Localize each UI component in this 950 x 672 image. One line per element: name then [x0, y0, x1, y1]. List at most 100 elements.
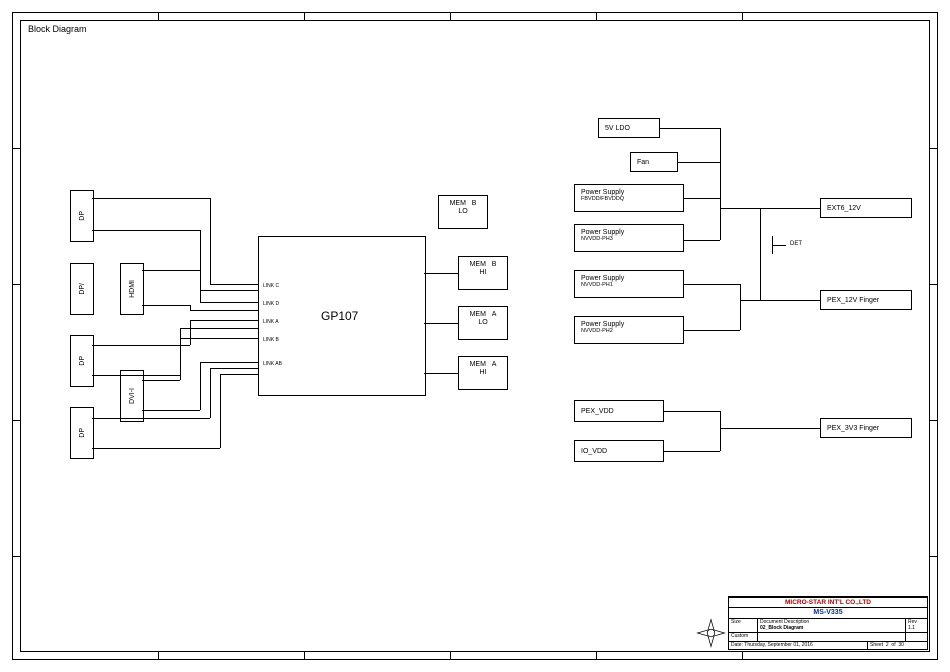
gpu-pin: LINK D — [263, 301, 279, 307]
fan: Fan — [630, 152, 678, 172]
conn-dvi-i: DVI-I — [120, 370, 144, 422]
tb-sheet-label: Sheet — [870, 642, 883, 648]
wire — [200, 362, 201, 410]
tb-company: MICRO-STAR INT'L CO.,LTD — [729, 598, 927, 607]
conn-hdmi: HDMI — [120, 263, 144, 315]
ruler-tick — [450, 652, 451, 660]
ruler-tick — [12, 556, 20, 557]
wire — [720, 411, 721, 451]
wire — [424, 273, 458, 274]
wire — [678, 162, 720, 163]
wire — [92, 198, 210, 199]
ps-nvvdd-ph3: Power SupplyNVVDD-PH3 — [574, 224, 684, 252]
ruler-tick — [158, 12, 159, 20]
ps-fbvdd: Power SupplyFBVDD/FBVDDQ — [574, 184, 684, 212]
wire — [210, 368, 211, 418]
mem-b-hi: MEM BHI — [458, 256, 508, 290]
wire — [720, 208, 760, 209]
conn-dp-1: DP — [70, 190, 94, 242]
ps-nvvdd-ph1: Power SupplyNVVDD-PH1 — [574, 270, 684, 298]
tb-of: 30 — [898, 642, 904, 648]
conn-dp-2: DP — [70, 335, 94, 387]
schematic-sheet: Block Diagram DP DP/ HDMI DP DVI-I DP GP… — [0, 0, 950, 672]
mem-b-lo: MEM BLO — [438, 195, 488, 229]
ruler-tick — [930, 556, 938, 557]
wire — [424, 323, 458, 324]
ruler-tick — [742, 12, 743, 20]
wire — [664, 451, 720, 452]
wire — [180, 328, 258, 329]
wire — [190, 310, 258, 311]
ruler-tick — [742, 652, 743, 660]
wire — [720, 428, 820, 429]
conn-dp-hdmi-left: DP/ — [70, 263, 94, 315]
pex-vdd: PEX_VDD — [574, 400, 664, 422]
wire — [740, 284, 741, 330]
wire — [760, 208, 820, 209]
wire — [424, 373, 458, 374]
wire — [684, 198, 720, 199]
gpu-pin: LINK C — [263, 283, 279, 289]
gpu-label: GP107 — [321, 309, 358, 323]
wire — [210, 368, 258, 369]
wire — [142, 270, 200, 271]
wire — [190, 320, 191, 345]
ruler-tick — [12, 420, 20, 421]
tb-rev: 1.1 — [908, 625, 915, 631]
wire — [92, 448, 220, 449]
gpu-block: GP107 LINK C LINK D LINK A LINK B LINK A… — [258, 236, 426, 396]
wire — [684, 330, 740, 331]
tb-date-label: Date: — [731, 642, 743, 648]
ruler-tick — [930, 420, 938, 421]
wire — [760, 300, 820, 301]
tb-docdesc: 02_Block Diagram — [760, 625, 803, 631]
rail-pex-12v: PEX_12V Finger — [820, 290, 912, 310]
wire — [220, 374, 221, 448]
ruler-tick — [304, 12, 305, 20]
wire — [200, 270, 201, 302]
ruler-tick — [12, 284, 20, 285]
ruler-tick — [304, 652, 305, 660]
wire — [142, 380, 180, 381]
wire — [180, 338, 258, 339]
wire — [720, 128, 721, 240]
tb-sheet: 2 — [886, 642, 889, 648]
wire — [180, 338, 181, 380]
ldo-5v: 5V LDO — [598, 118, 660, 138]
wire — [684, 240, 720, 241]
ruler-tick — [12, 148, 20, 149]
gpu-pin: LINK B — [263, 337, 279, 343]
wire — [210, 284, 258, 285]
tb-custom-label: Custom — [729, 633, 757, 641]
ruler-tick — [596, 652, 597, 660]
wire — [740, 300, 760, 301]
tb-size-label: Size — [729, 619, 757, 632]
wire — [200, 302, 258, 303]
tb-date: Thursday, September 01, 2016 — [744, 642, 813, 648]
wire — [220, 374, 258, 375]
mem-a-hi: MEM AHI — [458, 356, 508, 390]
ruler-tick — [930, 284, 938, 285]
wire — [92, 230, 200, 231]
ruler-tick — [930, 148, 938, 149]
rail-ext6-12v: EXT6_12V — [820, 198, 912, 218]
wire — [660, 128, 720, 129]
tb-of-label: of — [891, 642, 895, 648]
wire — [142, 305, 190, 306]
conn-dp-3: DP — [70, 407, 94, 459]
io-vdd: IO_VDD — [574, 440, 664, 462]
ruler-tick — [450, 12, 451, 20]
wire — [190, 320, 258, 321]
tb-board: MS-V335 — [729, 608, 927, 618]
wire — [664, 411, 720, 412]
ruler-tick — [596, 12, 597, 20]
wire — [92, 375, 180, 376]
page-title: Block Diagram — [28, 24, 87, 34]
gpu-pin: LINK AB — [263, 361, 282, 367]
wire — [92, 345, 190, 346]
company-logo-icon — [695, 617, 727, 649]
wire — [200, 290, 258, 291]
wire — [684, 284, 740, 285]
wire — [772, 245, 786, 246]
ps-nvvdd-ph2: Power SupplyNVVDD-PH2 — [574, 316, 684, 344]
